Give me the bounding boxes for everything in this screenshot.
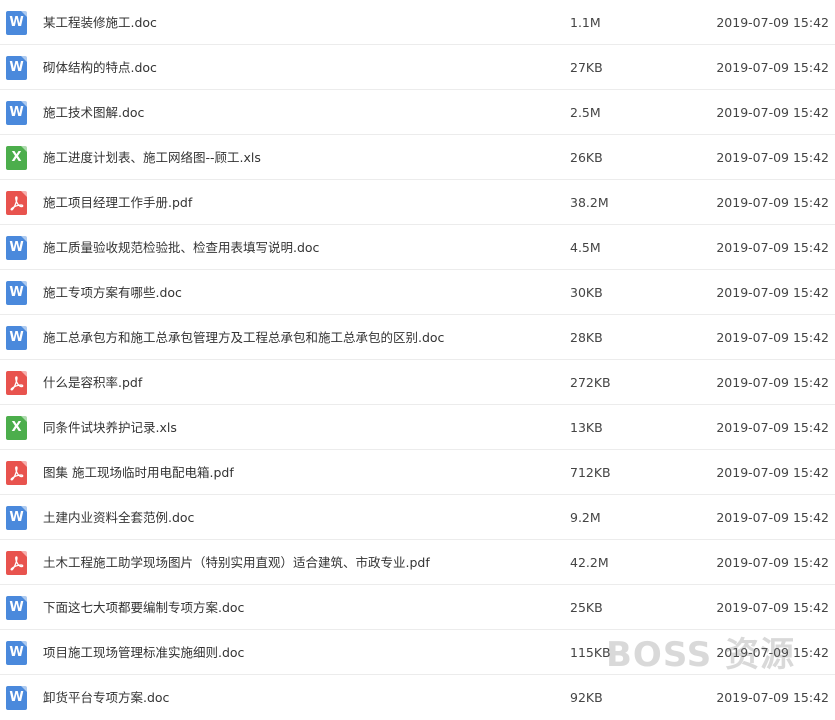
file-date: 2019-07-09 15:42	[716, 105, 829, 120]
file-date: 2019-07-09 15:42	[716, 15, 829, 30]
file-name[interactable]: 施工进度计划表、施工网络图--顾工.xls	[43, 135, 261, 180]
file-row[interactable]: W 卸货平台专项方案.doc 92KB 2019-07-09 15:42	[0, 675, 835, 720]
file-row[interactable]: W 下面这七大项都要编制专项方案.doc 25KB 2019-07-09 15:…	[0, 585, 835, 630]
file-type-glyph: W	[9, 15, 24, 30]
excel-xls-icon: X	[6, 416, 27, 440]
file-size: 42.2M	[570, 555, 609, 570]
file-date: 2019-07-09 15:42	[716, 600, 829, 615]
file-row[interactable]: W 砌体结构的特点.doc 27KB 2019-07-09 15:42	[0, 45, 835, 90]
file-row[interactable]: X 施工进度计划表、施工网络图--顾工.xls 26KB 2019-07-09 …	[0, 135, 835, 180]
file-name[interactable]: 同条件试块养护记录.xls	[43, 405, 177, 450]
file-name[interactable]: 项目施工现场管理标准实施细则.doc	[43, 630, 244, 675]
file-type-glyph: X	[11, 150, 22, 165]
file-size: 1.1M	[570, 15, 601, 30]
file-size: 28KB	[570, 330, 603, 345]
word-doc-icon: W	[6, 326, 27, 350]
file-list: W 某工程装修施工.doc 1.1M 2019-07-09 15:42 W 砌体…	[0, 0, 835, 720]
file-date: 2019-07-09 15:42	[716, 420, 829, 435]
file-type-glyph: W	[9, 285, 24, 300]
file-type-glyph: X	[11, 420, 22, 435]
file-name[interactable]: 施工总承包方和施工总承包管理方及工程总承包和施工总承包的区别.doc	[43, 315, 444, 360]
word-doc-icon: W	[6, 56, 27, 80]
file-row[interactable]: W 施工专项方案有哪些.doc 30KB 2019-07-09 15:42	[0, 270, 835, 315]
file-size: 26KB	[570, 150, 603, 165]
file-name[interactable]: 土木工程施工助学现场图片（特别实用直观）适合建筑、市政专业.pdf	[43, 540, 430, 585]
file-row[interactable]: W 施工质量验收规范检验批、检查用表填写说明.doc 4.5M 2019-07-…	[0, 225, 835, 270]
file-row[interactable]: W 项目施工现场管理标准实施细则.doc 115KB 2019-07-09 15…	[0, 630, 835, 675]
file-size: 2.5M	[570, 105, 601, 120]
word-doc-icon: W	[6, 11, 27, 35]
file-row[interactable]: 施工项目经理工作手册.pdf 38.2M 2019-07-09 15:42	[0, 180, 835, 225]
word-doc-icon: W	[6, 596, 27, 620]
file-date: 2019-07-09 15:42	[716, 240, 829, 255]
file-row[interactable]: X 同条件试块养护记录.xls 13KB 2019-07-09 15:42	[0, 405, 835, 450]
file-size: 92KB	[570, 690, 603, 705]
file-date: 2019-07-09 15:42	[716, 645, 829, 660]
file-date: 2019-07-09 15:42	[716, 555, 829, 570]
file-size: 9.2M	[570, 510, 601, 525]
file-name[interactable]: 土建内业资料全套范例.doc	[43, 495, 194, 540]
word-doc-icon: W	[6, 281, 27, 305]
pdf-file-icon	[6, 191, 27, 215]
word-doc-icon: W	[6, 641, 27, 665]
word-doc-icon: W	[6, 686, 27, 710]
pdf-file-icon	[6, 461, 27, 485]
file-date: 2019-07-09 15:42	[716, 690, 829, 705]
file-type-glyph: W	[9, 105, 24, 120]
file-name[interactable]: 施工专项方案有哪些.doc	[43, 270, 182, 315]
file-date: 2019-07-09 15:42	[716, 465, 829, 480]
file-size: 25KB	[570, 600, 603, 615]
word-doc-icon: W	[6, 506, 27, 530]
file-size: 38.2M	[570, 195, 609, 210]
word-doc-icon: W	[6, 236, 27, 260]
file-row[interactable]: W 施工技术图解.doc 2.5M 2019-07-09 15:42	[0, 90, 835, 135]
file-row[interactable]: 土木工程施工助学现场图片（特别实用直观）适合建筑、市政专业.pdf 42.2M …	[0, 540, 835, 585]
file-row[interactable]: W 土建内业资料全套范例.doc 9.2M 2019-07-09 15:42	[0, 495, 835, 540]
file-size: 4.5M	[570, 240, 601, 255]
file-type-glyph: W	[9, 60, 24, 75]
file-size: 115KB	[570, 645, 611, 660]
file-date: 2019-07-09 15:42	[716, 510, 829, 525]
file-name[interactable]: 施工质量验收规范检验批、检查用表填写说明.doc	[43, 225, 319, 270]
file-date: 2019-07-09 15:42	[716, 60, 829, 75]
file-size: 13KB	[570, 420, 603, 435]
file-type-glyph: W	[9, 510, 24, 525]
file-name[interactable]: 下面这七大项都要编制专项方案.doc	[43, 585, 244, 630]
excel-xls-icon: X	[6, 146, 27, 170]
file-name[interactable]: 图集 施工现场临时用电配电箱.pdf	[43, 450, 234, 495]
file-type-glyph: W	[9, 645, 24, 660]
file-row[interactable]: 图集 施工现场临时用电配电箱.pdf 712KB 2019-07-09 15:4…	[0, 450, 835, 495]
file-name[interactable]: 卸货平台专项方案.doc	[43, 675, 169, 720]
pdf-file-icon	[6, 371, 27, 395]
pdf-file-icon	[6, 551, 27, 575]
file-date: 2019-07-09 15:42	[716, 375, 829, 390]
file-row[interactable]: W 某工程装修施工.doc 1.1M 2019-07-09 15:42	[0, 0, 835, 45]
file-date: 2019-07-09 15:42	[716, 330, 829, 345]
file-name[interactable]: 砌体结构的特点.doc	[43, 45, 157, 90]
file-row[interactable]: W 施工总承包方和施工总承包管理方及工程总承包和施工总承包的区别.doc 28K…	[0, 315, 835, 360]
file-size: 712KB	[570, 465, 611, 480]
file-type-glyph: W	[9, 690, 24, 705]
file-row[interactable]: 什么是容积率.pdf 272KB 2019-07-09 15:42	[0, 360, 835, 405]
file-name[interactable]: 施工项目经理工作手册.pdf	[43, 180, 192, 225]
file-type-glyph: W	[9, 240, 24, 255]
file-type-glyph: W	[9, 600, 24, 615]
file-name[interactable]: 某工程装修施工.doc	[43, 0, 157, 45]
file-size: 27KB	[570, 60, 603, 75]
file-date: 2019-07-09 15:42	[716, 195, 829, 210]
file-size: 272KB	[570, 375, 611, 390]
file-type-glyph: W	[9, 330, 24, 345]
file-date: 2019-07-09 15:42	[716, 150, 829, 165]
file-name[interactable]: 施工技术图解.doc	[43, 90, 144, 135]
file-name[interactable]: 什么是容积率.pdf	[43, 360, 142, 405]
file-size: 30KB	[570, 285, 603, 300]
file-date: 2019-07-09 15:42	[716, 285, 829, 300]
word-doc-icon: W	[6, 101, 27, 125]
